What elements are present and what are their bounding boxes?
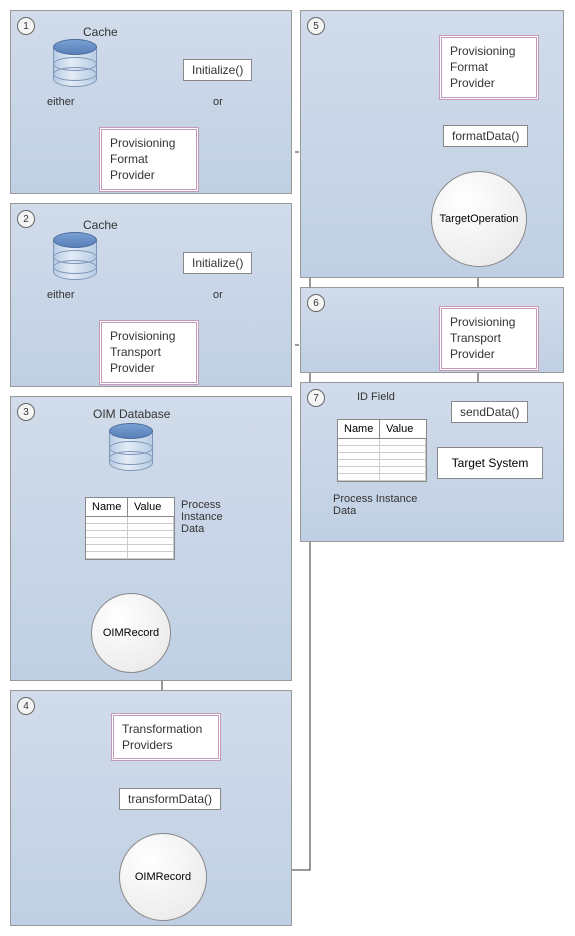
panel-5: 5 Provisioning Format Provider formatDat… [300,10,564,278]
step-number-7: 7 [307,389,325,407]
process-instance-table: Name Value [337,419,427,482]
oim-database-label: OIM Database [93,407,170,421]
step-number-2: 2 [17,210,35,228]
panel-1: 1 Cache Initialize() either or Provision… [10,10,292,194]
process-instance-data-label: Process Instance Data [181,499,223,535]
provisioning-format-provider: Provisioning Format Provider [439,35,539,100]
provisioning-transport-provider: Provisioning Transport Provider [439,306,539,371]
or-label: or [213,96,223,108]
col-value: Value [380,420,426,438]
panel-2: 2 Cache Initialize() either or Provision… [10,203,292,387]
step-number-4: 4 [17,697,35,715]
transformation-providers: Transformation Providers [111,713,221,761]
provisioning-format-provider: Provisioning Format Provider [99,127,199,192]
transformdata-method: transformData() [119,788,221,810]
cache-db-icon [53,232,97,286]
panel-3: 3 OIM Database Name Value Process Instan… [10,396,292,681]
either-label: either [47,289,75,301]
panel-7: 7 ID Field sendData() Name Value Process… [300,382,564,542]
col-name: Name [338,420,380,438]
either-label: either [47,96,75,108]
id-field-label: ID Field [357,391,395,403]
oim-record-circle: OIMRecord [119,833,207,921]
formatdata-method: formatData() [443,125,528,147]
process-instance-table: Name Value [85,497,175,560]
step-number-5: 5 [307,17,325,35]
panel-6: 6 Provisioning Transport Provider [300,287,564,373]
col-name: Name [86,498,128,516]
initialize-method: Initialize() [183,252,252,274]
process-instance-data-label: Process Instance Data [333,493,417,517]
senddata-method: sendData() [451,401,528,423]
initialize-method: Initialize() [183,59,252,81]
oim-record-circle: OIMRecord [91,593,171,673]
or-label: or [213,289,223,301]
provisioning-transport-provider: Provisioning Transport Provider [99,320,199,385]
oim-db-icon [109,423,153,477]
cache-label: Cache [83,25,118,39]
cache-db-icon [53,39,97,93]
target-system-box: Target System [437,447,543,479]
step-number-6: 6 [307,294,325,312]
panel-4: 4 Transformation Providers transformData… [10,690,292,926]
target-operation-circle: TargetOperation [431,171,527,267]
step-number-1: 1 [17,17,35,35]
cache-label: Cache [83,218,118,232]
step-number-3: 3 [17,403,35,421]
col-value: Value [128,498,174,516]
